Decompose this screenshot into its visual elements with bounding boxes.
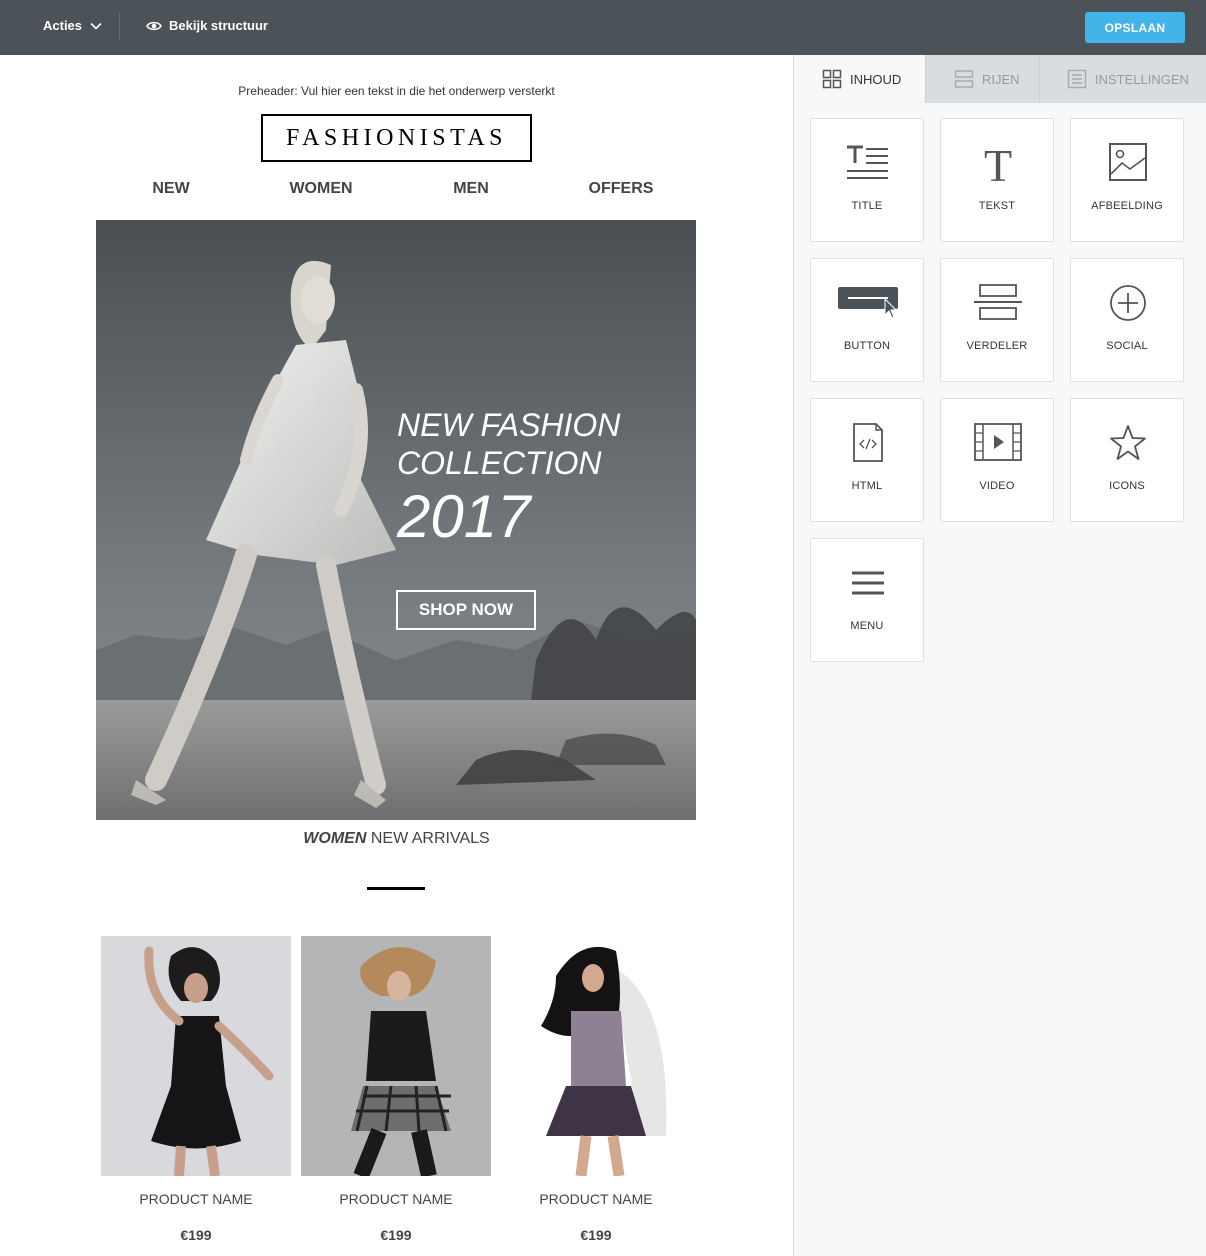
button-icon bbox=[838, 287, 898, 319]
text-icon: T bbox=[984, 141, 1012, 185]
toolbar-divider bbox=[119, 13, 120, 41]
block-title[interactable]: TITLE bbox=[810, 118, 924, 242]
tab-instellingen-label: INSTELLINGEN bbox=[1095, 71, 1189, 87]
product-price: €199 bbox=[180, 1227, 212, 1243]
hero-headline-line2: COLLECTION bbox=[397, 445, 602, 481]
product-card[interactable]: PRODUCT NAME €199 bbox=[301, 936, 491, 1243]
block-video-label: VIDEO bbox=[979, 480, 1015, 492]
product-name: PRODUCT NAME bbox=[339, 1191, 453, 1207]
block-html-label: HTML bbox=[851, 480, 883, 492]
nav-item-men[interactable]: MEN bbox=[453, 180, 489, 198]
brand-logo[interactable]: FASHIONISTAS bbox=[261, 114, 532, 162]
video-icon bbox=[974, 423, 1022, 461]
nav-item-new[interactable]: NEW bbox=[152, 180, 189, 198]
block-icons[interactable]: ICONS bbox=[1070, 398, 1184, 522]
block-menu[interactable]: MENU bbox=[810, 538, 924, 662]
social-plus-icon bbox=[1110, 285, 1146, 321]
save-button[interactable]: OPSLAAN bbox=[1085, 12, 1185, 43]
panel-tabs: INHOUD RIJEN INSTELLINGEN bbox=[794, 55, 1206, 103]
block-divider[interactable]: VERDELER bbox=[940, 258, 1054, 382]
block-text-label: TEKST bbox=[978, 200, 1016, 212]
hero-banner[interactable]: NEW FASHION COLLECTION 2017 SHOP NOW bbox=[96, 220, 696, 820]
hero-year: 2017 bbox=[397, 483, 531, 550]
product-image bbox=[501, 936, 691, 1176]
block-social-label: SOCIAL bbox=[1106, 340, 1148, 352]
actions-label: Acties bbox=[43, 18, 83, 33]
image-icon bbox=[1109, 143, 1147, 181]
menu-icon bbox=[852, 571, 884, 595]
product-image bbox=[101, 936, 291, 1176]
block-image-label: AFBEELDING bbox=[1091, 200, 1163, 212]
section-heading-rest: NEW ARRIVALS bbox=[366, 830, 490, 847]
svg-text:T: T bbox=[984, 141, 1012, 185]
content-divider[interactable] bbox=[367, 887, 425, 890]
hero-image bbox=[96, 220, 696, 820]
block-title-label: TITLE bbox=[851, 200, 883, 212]
actions-menu[interactable]: Acties bbox=[43, 18, 102, 33]
view-structure-button[interactable]: Bekijk structuur bbox=[146, 18, 268, 33]
view-structure-label: Bekijk structuur bbox=[169, 18, 268, 33]
block-html[interactable]: HTML bbox=[810, 398, 924, 522]
top-toolbar: Acties Bekijk structuur OPSLAAN bbox=[0, 0, 1206, 55]
section-heading-bold: WOMEN bbox=[303, 830, 367, 847]
block-divider-label: VERDELER bbox=[966, 340, 1028, 352]
settings-list-icon bbox=[1067, 69, 1087, 89]
email-canvas: Preheader: Vul hier een tekst in die het… bbox=[0, 55, 793, 1256]
logo-text: FASHIONISTAS bbox=[286, 124, 507, 151]
product-card[interactable]: PRODUCT NAME €199 bbox=[501, 936, 691, 1243]
star-icon bbox=[1110, 425, 1146, 460]
content-panel: INHOUD RIJEN INSTELLINGEN TITLE T TEKST … bbox=[793, 55, 1206, 1256]
tab-inhoud-label: INHOUD bbox=[850, 71, 902, 87]
tab-instellingen[interactable]: INSTELLINGEN bbox=[1039, 55, 1206, 103]
block-text[interactable]: T TEKST bbox=[940, 118, 1054, 242]
rows-icon bbox=[954, 70, 974, 88]
tab-rijen-label: RIJEN bbox=[982, 71, 1020, 87]
product-image bbox=[301, 936, 491, 1176]
product-name: PRODUCT NAME bbox=[139, 1191, 253, 1207]
block-video[interactable]: VIDEO bbox=[940, 398, 1054, 522]
hero-headline: NEW FASHION COLLECTION bbox=[397, 406, 687, 482]
block-button[interactable]: BUTTON bbox=[810, 258, 924, 382]
hero-headline-line1: NEW FASHION bbox=[397, 407, 621, 443]
title-icon bbox=[847, 145, 888, 179]
nav-item-offers[interactable]: OFFERS bbox=[589, 180, 654, 198]
grid-icon bbox=[822, 69, 842, 89]
divider-icon bbox=[974, 284, 1022, 320]
block-icons-label: ICONS bbox=[1109, 480, 1145, 492]
tab-rijen[interactable]: RIJEN bbox=[925, 55, 1039, 103]
section-heading[interactable]: WOMEN NEW ARRIVALS bbox=[0, 830, 793, 848]
block-button-label: BUTTON bbox=[843, 340, 891, 352]
eye-icon bbox=[146, 21, 162, 30]
product-price: €199 bbox=[380, 1227, 412, 1243]
html-file-icon bbox=[853, 423, 883, 462]
nav-item-women[interactable]: WOMEN bbox=[289, 180, 352, 198]
chevron-down-icon bbox=[90, 22, 102, 30]
shop-now-button[interactable]: SHOP NOW bbox=[396, 590, 536, 630]
email-navigation: NEW WOMEN MEN OFFERS bbox=[96, 180, 696, 202]
product-name: PRODUCT NAME bbox=[539, 1191, 653, 1207]
preheader-text[interactable]: Preheader: Vul hier een tekst in die het… bbox=[0, 84, 793, 98]
product-price: €199 bbox=[580, 1227, 612, 1243]
block-menu-label: MENU bbox=[850, 620, 884, 632]
block-image[interactable]: AFBEELDING bbox=[1070, 118, 1184, 242]
block-social[interactable]: SOCIAL bbox=[1070, 258, 1184, 382]
tab-inhoud[interactable]: INHOUD bbox=[794, 55, 925, 103]
product-card[interactable]: PRODUCT NAME €199 bbox=[101, 936, 291, 1243]
